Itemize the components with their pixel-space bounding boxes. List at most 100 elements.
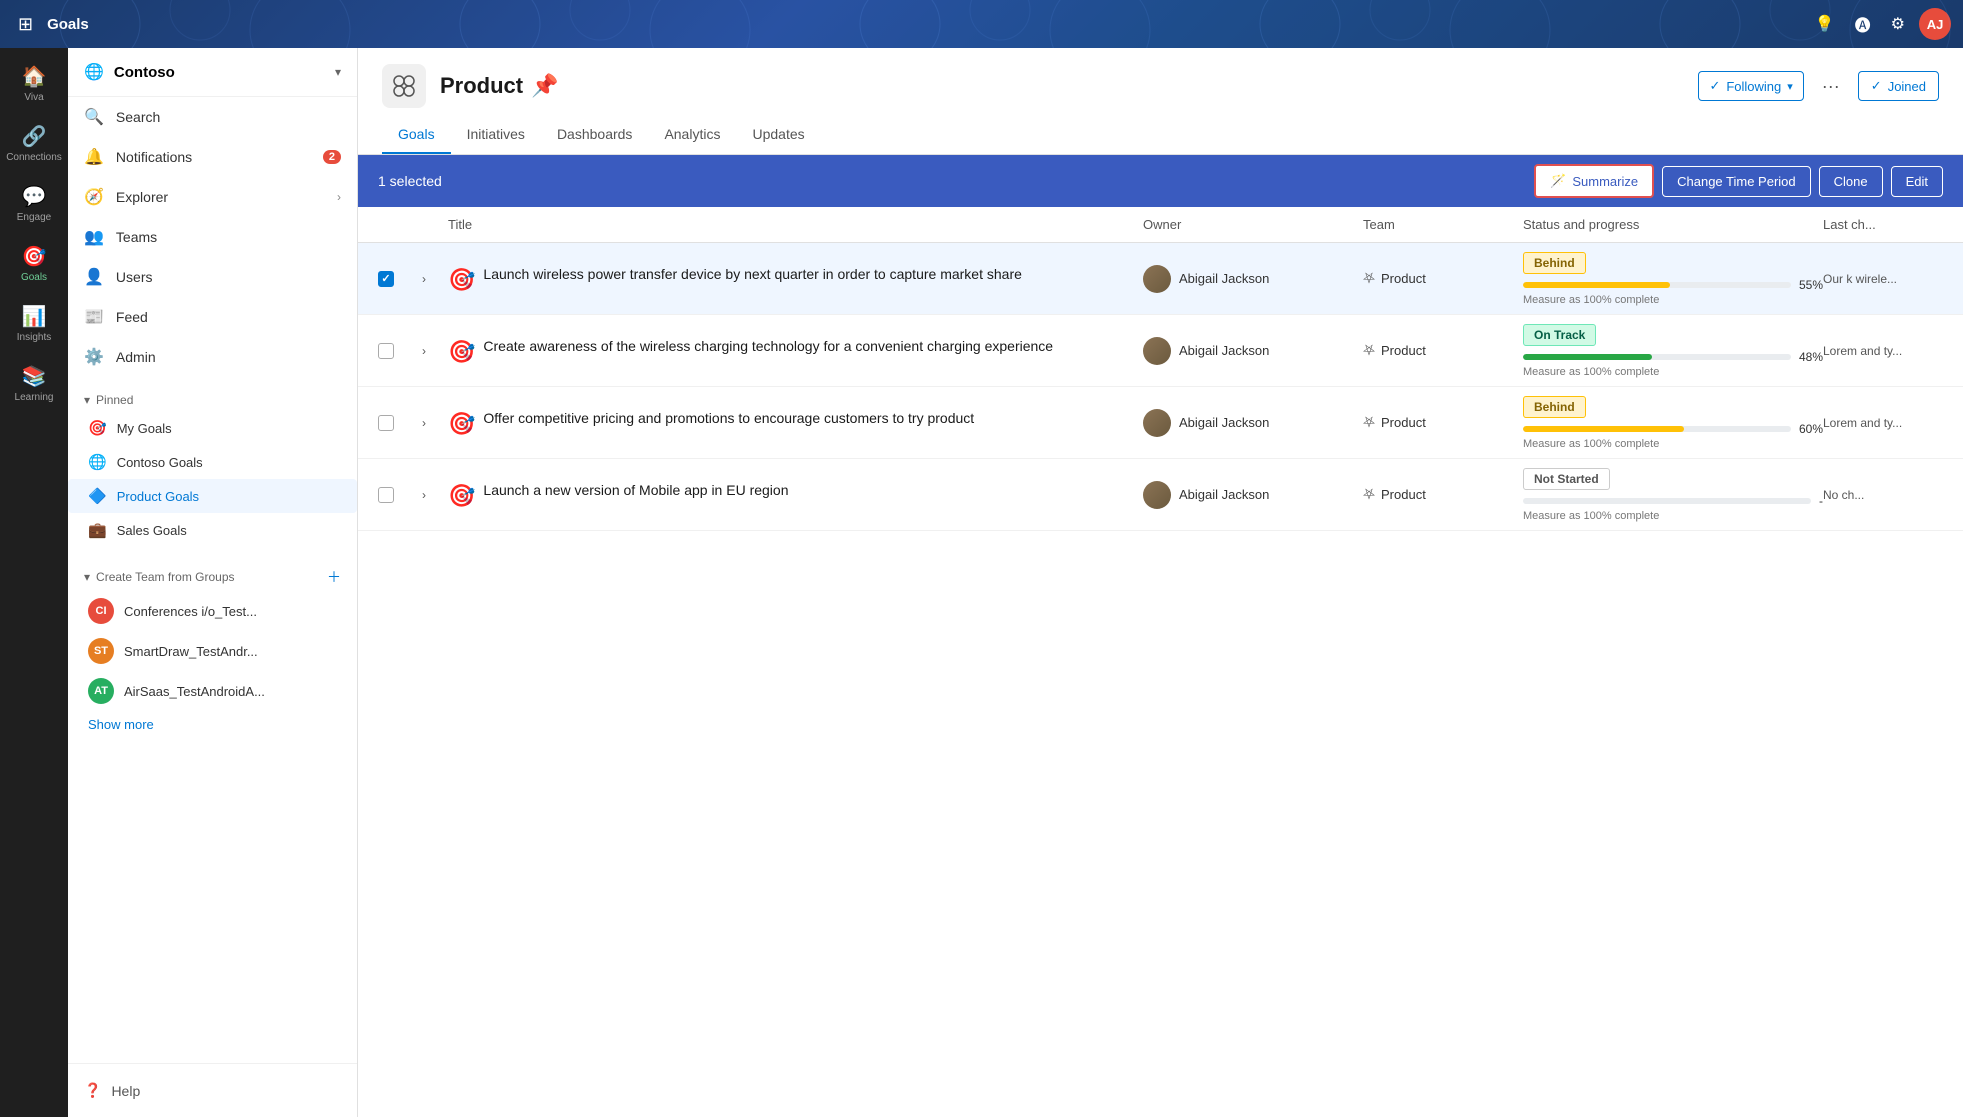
row1-checkbox[interactable]: ✓: [378, 271, 394, 287]
tab-updates[interactable]: Updates: [736, 116, 820, 154]
rail-item-connections[interactable]: 🔗 Connections: [4, 116, 64, 172]
pinned-my-goals[interactable]: 🎯 My Goals: [68, 411, 357, 445]
sidebar-item-teams[interactable]: 👥 Teams: [68, 217, 357, 257]
row4-checkbox-cell[interactable]: [378, 487, 418, 503]
rail-label-learning: Learning: [15, 392, 54, 404]
change-time-period-button[interactable]: Change Time Period: [1662, 166, 1811, 197]
rail-item-viva[interactable]: 🏠 Viva: [4, 56, 64, 112]
sales-goals-icon: 💼: [88, 521, 107, 539]
search-icon: 🔍: [84, 107, 104, 127]
pinned-contoso-goals[interactable]: 🌐 Contoso Goals: [68, 445, 357, 479]
col-status: Status and progress: [1523, 217, 1823, 232]
row3-measure-text: Measure as 100% complete: [1523, 438, 1823, 450]
clone-button[interactable]: Clone: [1819, 166, 1883, 197]
row2-measure-text: Measure as 100% complete: [1523, 366, 1823, 378]
row2-title-cell: 🎯 Create awareness of the wireless charg…: [448, 327, 1143, 375]
sidebar-item-feed[interactable]: 📰 Feed: [68, 297, 357, 337]
edit-button[interactable]: Edit: [1891, 166, 1943, 197]
tab-analytics[interactable]: Analytics: [648, 116, 736, 154]
sidebar-item-users[interactable]: 👤 Users: [68, 257, 357, 297]
table-row: › 🎯 Offer competitive pricing and promot…: [358, 387, 1963, 459]
sidebar-label-search: Search: [116, 109, 341, 125]
rail-item-goals[interactable]: 🎯 Goals: [4, 236, 64, 292]
user-avatar[interactable]: AJ: [1919, 8, 1951, 40]
row3-goal-icon: 🎯: [448, 411, 475, 437]
row1-team-name: Product: [1381, 271, 1426, 286]
pinned-chevron-icon: ▾: [84, 393, 90, 407]
row3-checkbox[interactable]: [378, 415, 394, 431]
row2-progress-fill: [1523, 354, 1652, 360]
add-team-icon[interactable]: ＋: [327, 567, 341, 587]
explorer-icon: 🧭: [84, 187, 104, 207]
row2-expand[interactable]: ›: [418, 340, 448, 362]
row1-title-cell: 🎯 Launch wireless power transfer device …: [448, 255, 1143, 303]
notification-badge: 2: [323, 150, 341, 164]
connections-icon: 🔗: [22, 124, 47, 149]
summarize-button[interactable]: 🪄 Summarize: [1534, 164, 1654, 198]
selection-count: 1 selected: [378, 173, 1534, 189]
row3-title: Offer competitive pricing and promotions…: [483, 409, 974, 429]
row4-checkbox[interactable]: [378, 487, 394, 503]
joined-button[interactable]: ✓ Joined: [1858, 71, 1939, 101]
smartdraw-avatar: ST: [88, 638, 114, 664]
viva-icon: 🏠: [22, 64, 47, 89]
airsaas-avatar: AT: [88, 678, 114, 704]
pinned-product-goals[interactable]: 🔷 Product Goals: [68, 479, 357, 513]
more-options-button[interactable]: ···: [1812, 70, 1850, 103]
account-icon[interactable]: 🅐: [1849, 8, 1877, 40]
row2-team-icon: ⛧: [1363, 342, 1375, 359]
admin-icon: ⚙️: [84, 347, 104, 367]
insights-icon: 📊: [22, 304, 47, 329]
pinned-sales-goals[interactable]: 💼 Sales Goals: [68, 513, 357, 547]
row4-team-icon: ⛧: [1363, 486, 1375, 503]
tab-goals[interactable]: Goals: [382, 116, 451, 154]
selection-bar: 1 selected 🪄 Summarize Change Time Perio…: [358, 155, 1963, 207]
row1-owner-name: Abigail Jackson: [1179, 271, 1269, 286]
row3-progress-bar: [1523, 426, 1791, 432]
workspace-header[interactable]: 🌐 Contoso ▾: [68, 48, 357, 97]
sidebar-item-search[interactable]: 🔍 Search: [68, 97, 357, 137]
app-title: Goals: [47, 16, 89, 33]
sidebar-label-admin: Admin: [116, 349, 341, 365]
rail-item-engage[interactable]: 💬 Engage: [4, 176, 64, 232]
rail-item-insights[interactable]: 📊 Insights: [4, 296, 64, 352]
row3-checkbox-cell[interactable]: [378, 415, 418, 431]
sidebar-item-notifications[interactable]: 🔔 Notifications 2: [68, 137, 357, 177]
row2-owner-avatar: [1143, 337, 1171, 365]
following-button[interactable]: ✓ Following ▾: [1698, 71, 1803, 101]
rail-item-learning[interactable]: 📚 Learning: [4, 356, 64, 412]
following-chevron-icon: ▾: [1787, 80, 1793, 93]
row3-team-icon: ⛧: [1363, 414, 1375, 431]
row2-checkbox-cell[interactable]: [378, 343, 418, 359]
row1-expand[interactable]: ›: [418, 268, 448, 290]
row4-expand[interactable]: ›: [418, 484, 448, 506]
row3-expand[interactable]: ›: [418, 412, 448, 434]
row2-progress-bar: [1523, 354, 1791, 360]
sidebar-item-explorer[interactable]: 🧭 Explorer ›: [68, 177, 357, 217]
create-team-chevron-icon: ▾: [84, 570, 90, 584]
my-goals-icon: 🎯: [88, 419, 107, 437]
row2-title: Create awareness of the wireless chargin…: [483, 337, 1053, 357]
col-last-ch: Last ch...: [1823, 217, 1943, 232]
top-bar: ⊞ Goals 💡 🅐 ⚙ AJ: [0, 0, 1963, 48]
row2-progress-pct: 48%: [1799, 350, 1823, 364]
col-checkbox: [378, 217, 418, 232]
row1-checkbox-cell[interactable]: ✓: [378, 271, 418, 287]
settings-icon[interactable]: ⚙: [1885, 10, 1911, 38]
show-more-link[interactable]: Show more: [68, 711, 357, 738]
learning-icon: 📚: [22, 364, 47, 389]
group-smartdraw[interactable]: ST SmartDraw_TestAndr...: [68, 631, 357, 671]
tab-dashboards[interactable]: Dashboards: [541, 116, 649, 154]
row3-owner-avatar: [1143, 409, 1171, 437]
sidebar-item-admin[interactable]: ⚙️ Admin: [68, 337, 357, 377]
row2-checkbox[interactable]: [378, 343, 394, 359]
help-item[interactable]: ❓ Help: [84, 1076, 341, 1105]
tab-initiatives[interactable]: Initiatives: [451, 116, 541, 154]
row3-team-name: Product: [1381, 415, 1426, 430]
group-conferences[interactable]: CI Conferences i/o_Test...: [68, 591, 357, 631]
grid-icon[interactable]: ⊞: [12, 8, 39, 41]
row2-last-cell: Lorem and ty...: [1823, 344, 1943, 358]
lightbulb-icon[interactable]: 💡: [1809, 10, 1841, 38]
group-airsaas[interactable]: AT AirSaas_TestAndroidA...: [68, 671, 357, 711]
col-expand: [418, 217, 448, 232]
